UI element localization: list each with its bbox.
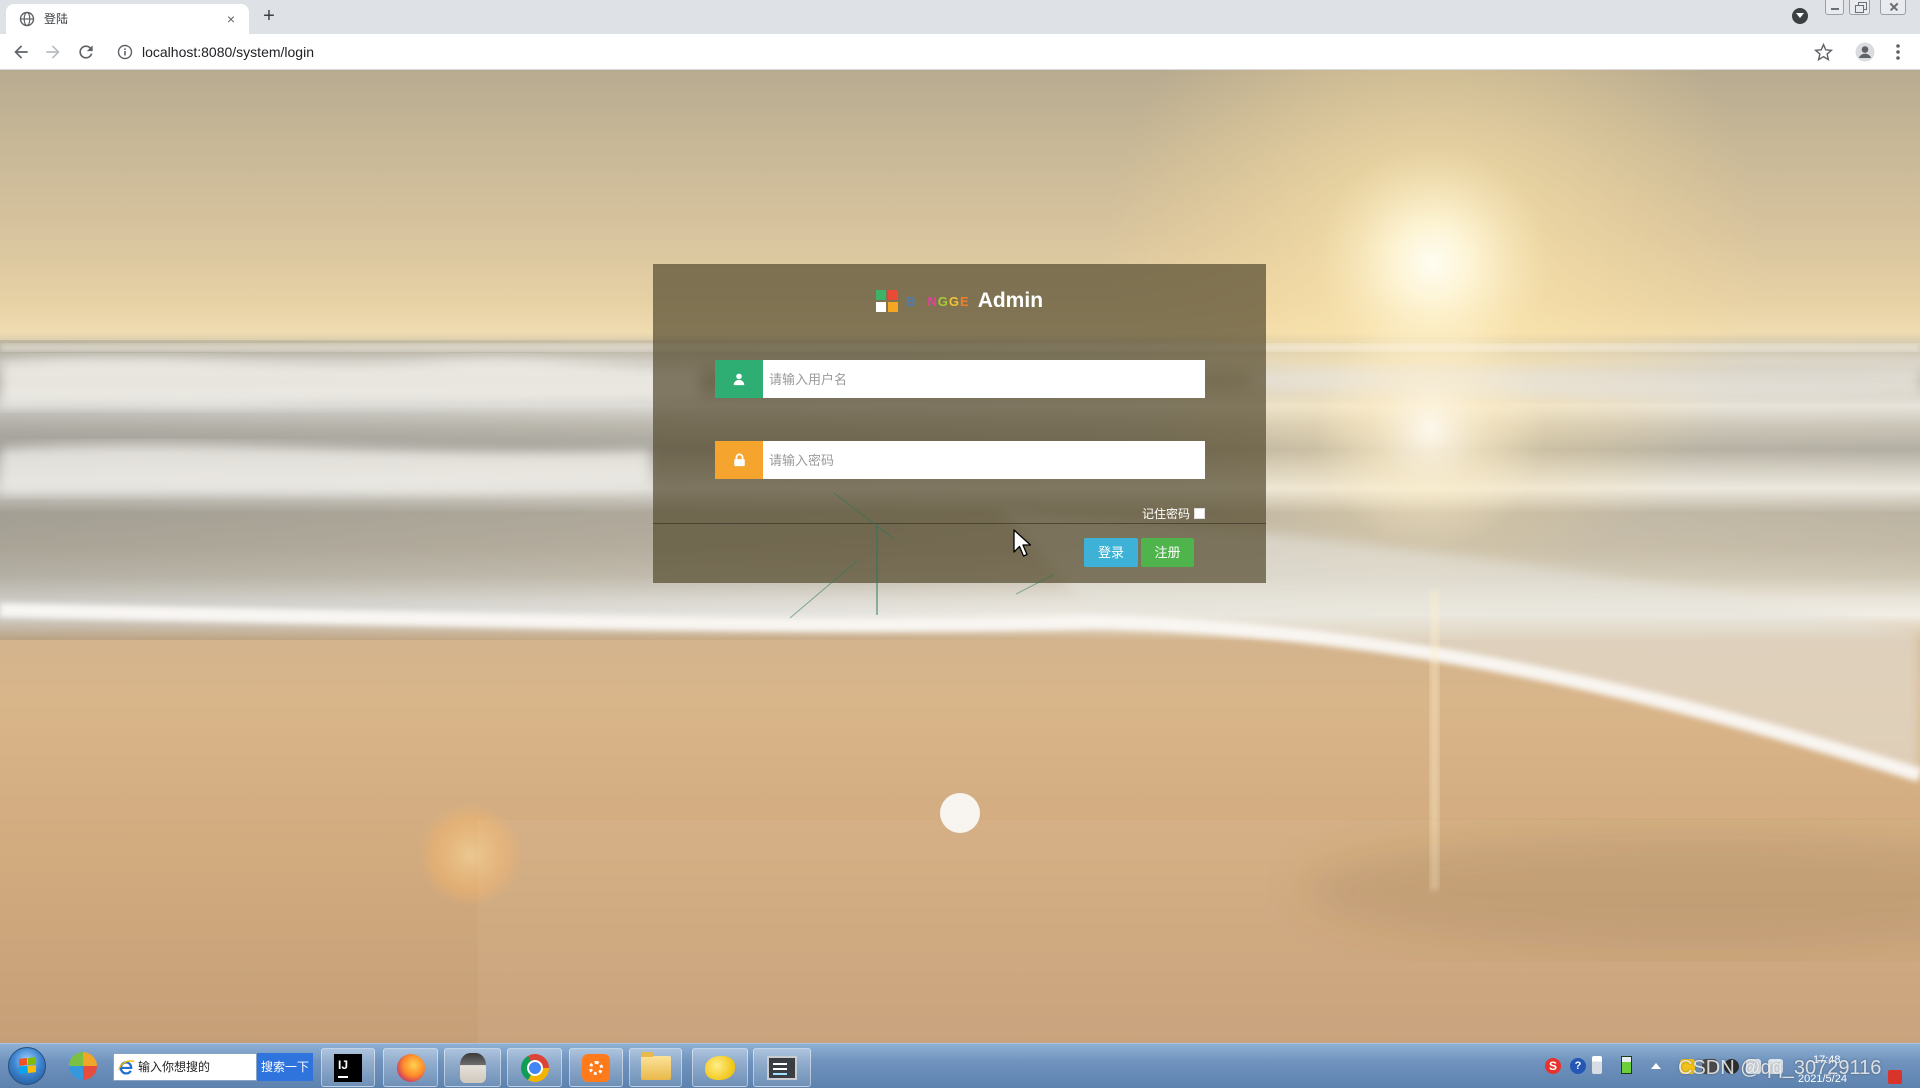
login-button[interactable]: 登录: [1084, 538, 1138, 567]
username-icon-box: [715, 360, 763, 398]
minimize-button[interactable]: [1825, 0, 1844, 15]
user-icon: [733, 373, 745, 386]
back-arrow-icon[interactable]: [11, 42, 31, 62]
username-input[interactable]: [763, 360, 1205, 398]
tab-title: 登陆: [44, 12, 69, 26]
forward-arrow-icon[interactable]: [43, 42, 63, 62]
logo-letter: G: [937, 293, 949, 309]
intellij-icon: IJ: [334, 1053, 362, 1082]
taskbar-explorer[interactable]: [629, 1048, 682, 1087]
folder-icon: [640, 1051, 671, 1080]
logo-letter: N: [927, 293, 938, 309]
taskbar-orange-app[interactable]: [569, 1048, 623, 1087]
globe-icon: [19, 11, 35, 27]
url-text[interactable]: localhost:8080/system/login: [142, 43, 314, 61]
logo-title: Admin: [977, 289, 1044, 312]
yellow-app-icon: [705, 1055, 735, 1080]
close-window-button[interactable]: [1880, 0, 1906, 15]
logo-icon: [875, 290, 898, 312]
battery-icon[interactable]: [1621, 1056, 1632, 1074]
notification-red-icon[interactable]: [1888, 1070, 1902, 1084]
divider: [653, 523, 1266, 524]
windows-logo-icon: [19, 1057, 36, 1075]
logo-letter: B: [905, 293, 917, 309]
address-bar[interactable]: [104, 37, 1838, 67]
firefox-icon: [396, 1053, 425, 1082]
restore-button[interactable]: [1849, 0, 1870, 15]
logo-letter: E: [960, 293, 970, 309]
chrome-icon: [520, 1053, 549, 1082]
username-field: [715, 360, 1205, 398]
new-tab-button[interactable]: +: [258, 5, 280, 27]
colorful-app-icon[interactable]: [69, 1052, 97, 1080]
search-box: [113, 1053, 257, 1081]
taskbar: 搜索一下 IJ 17:48 2021/5/24 CSDN @qq_3072911…: [0, 1043, 1920, 1088]
profile-avatar-icon[interactable]: [1855, 42, 1875, 62]
taskbar-terminal-app[interactable]: [753, 1048, 811, 1087]
tray-expand-icon[interactable]: [1650, 1061, 1662, 1073]
password-field: [715, 441, 1205, 479]
sogou-input-icon[interactable]: [1545, 1058, 1561, 1074]
pen-icon[interactable]: [1592, 1056, 1602, 1074]
help-icon[interactable]: [1570, 1058, 1586, 1074]
floating-orb: [940, 793, 980, 833]
remember-password-label: 记住密码: [1141, 506, 1190, 521]
login-page: B N G G E Admin 请输入用户名 记住密码 登录 注册: [0, 70, 1920, 1043]
remember-password[interactable]: 记住密码: [1142, 504, 1205, 522]
taskbar-intellij[interactable]: IJ: [321, 1048, 375, 1087]
ie-icon: [118, 1060, 135, 1075]
search-widget: 搜索一下: [113, 1053, 313, 1081]
remember-password-checkbox[interactable]: [1194, 507, 1205, 519]
tab-search-chevron-icon[interactable]: [1792, 8, 1808, 24]
taskbar-firefox[interactable]: [383, 1048, 438, 1087]
taskbar-yellow-app[interactable]: [692, 1048, 748, 1087]
menu-dots-icon[interactable]: [1892, 42, 1904, 62]
tab-close-button[interactable]: ×: [223, 11, 239, 27]
taskbar-chrome[interactable]: [507, 1048, 562, 1087]
orange-app-icon: [582, 1053, 610, 1082]
browser-tab-strip: 登陆 × +: [0, 0, 1920, 34]
csdn-watermark: CSDN @qq_30729116: [1678, 1057, 1882, 1079]
terminal-app-icon: [767, 1055, 797, 1080]
lock-icon: [733, 453, 745, 467]
mouse-cursor-icon: [1013, 529, 1032, 557]
logo-wordmark: B N G G E: [906, 294, 970, 309]
search-button[interactable]: 搜索一下: [257, 1053, 313, 1081]
register-button[interactable]: 注册: [1141, 538, 1194, 567]
reload-icon[interactable]: [76, 42, 96, 62]
person-app-icon: [459, 1052, 486, 1083]
password-input[interactable]: [763, 441, 1205, 479]
site-info-icon[interactable]: [117, 44, 133, 60]
logo: B N G G E Admin: [653, 288, 1266, 314]
logo-letter: G: [948, 293, 961, 309]
bookmark-star-icon[interactable]: [1814, 43, 1833, 62]
login-panel: B N G G E Admin 请输入用户名 记住密码 登录 注册: [653, 264, 1266, 583]
tab-login[interactable]: 登陆 ×: [6, 4, 249, 34]
search-input[interactable]: [138, 1054, 254, 1080]
browser-toolbar: localhost:8080/system/login: [0, 34, 1920, 70]
taskbar-person-app[interactable]: [444, 1048, 501, 1087]
password-icon-box: [715, 441, 763, 479]
start-button[interactable]: [8, 1047, 46, 1085]
